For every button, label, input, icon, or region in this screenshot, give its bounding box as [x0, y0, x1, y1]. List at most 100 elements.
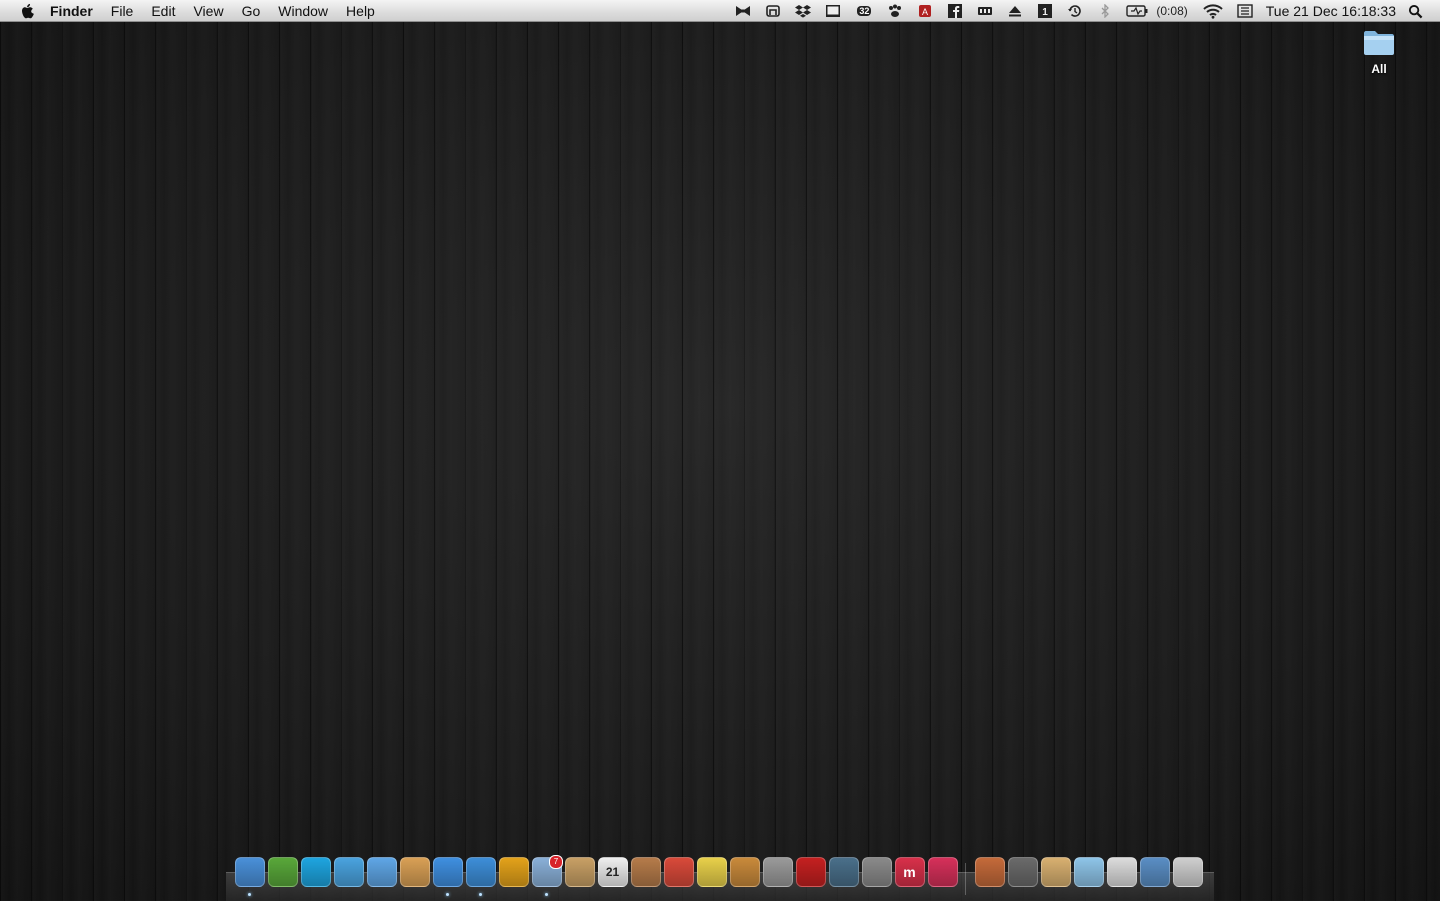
- menu-view[interactable]: View: [184, 0, 232, 22]
- app-menu-finder[interactable]: Finder: [50, 0, 102, 22]
- svg-text:A: A: [922, 7, 928, 17]
- running-indicator: [545, 893, 548, 896]
- dock-item[interactable]: [629, 857, 662, 897]
- istat-temp-icon[interactable]: 32: [854, 4, 874, 19]
- adobe-icon[interactable]: A: [916, 4, 934, 19]
- dock-item[interactable]: [761, 857, 794, 897]
- documents-stack-icon: [1007, 857, 1038, 887]
- menu-bar: Finder File Edit View Go Window Help 32 …: [0, 0, 1440, 22]
- dock-item[interactable]: [332, 857, 365, 897]
- spotlight-search-icon[interactable]: [1406, 2, 1424, 20]
- folder-stack-icon: [1073, 857, 1104, 887]
- ical-icon: 21: [597, 857, 628, 887]
- dock-item[interactable]: [233, 857, 266, 897]
- notification-badge: 7: [549, 855, 563, 869]
- time-machine-icon: [828, 857, 859, 887]
- print-stack-icon: [1139, 857, 1170, 887]
- address-book-icon: [564, 857, 595, 887]
- desktop-icon-label: All: [1371, 62, 1387, 76]
- finder-icon: [234, 857, 265, 887]
- dock-icon-label: 21: [605, 865, 620, 879]
- dock-icon-label: m: [903, 864, 916, 880]
- dock: 7 21 m: [233, 855, 1204, 897]
- messenger-icon: [333, 857, 364, 887]
- imovie-icon: [762, 857, 793, 887]
- dock-item[interactable]: [973, 857, 1006, 897]
- battery-time: (0:08): [1156, 4, 1188, 18]
- system-preferences-icon: [861, 857, 892, 887]
- dock-item[interactable]: [695, 857, 728, 897]
- dock-item[interactable]: 7: [530, 855, 563, 897]
- menu-help[interactable]: Help: [337, 0, 384, 22]
- stickies-icon: [696, 857, 727, 887]
- iphoto-icon: [729, 857, 760, 887]
- battery-icon[interactable]: [1126, 4, 1148, 19]
- wifi-icon[interactable]: [1202, 4, 1224, 19]
- adium-icon: [267, 857, 298, 887]
- skype-icon: [300, 857, 331, 887]
- bowtie-icon[interactable]: [734, 4, 752, 19]
- dock-item[interactable]: [794, 857, 827, 897]
- preview-icon: [399, 857, 430, 887]
- istat-label: 32: [857, 6, 872, 16]
- dock-item[interactable]: [728, 857, 761, 897]
- trash-icon: [1172, 857, 1203, 887]
- dock-item[interactable]: [398, 857, 431, 897]
- menubar-clock[interactable]: Tue 21 Dec 16:18:33: [1266, 3, 1396, 19]
- dock-separator[interactable]: [959, 857, 973, 897]
- status-menus: 32 A 1 (0:08) Tue 21 Dec 16:18:33: [728, 0, 1440, 22]
- dock-item[interactable]: [365, 857, 398, 897]
- dock-item[interactable]: [464, 857, 497, 897]
- desktop-folder-all[interactable]: All: [1350, 28, 1408, 76]
- time-machine-icon[interactable]: [1066, 4, 1084, 19]
- menu-file[interactable]: File: [102, 0, 143, 22]
- photo-booth-icon: [663, 857, 694, 887]
- itunes-icon: [432, 857, 463, 887]
- mail-app-m-icon: m: [894, 857, 925, 887]
- dock-item[interactable]: [299, 857, 332, 897]
- home-icon: [630, 857, 661, 887]
- svg-text:1: 1: [1043, 7, 1049, 18]
- dock-item[interactable]: [497, 857, 530, 897]
- ichat-icon: [366, 857, 397, 887]
- running-indicator: [479, 893, 482, 896]
- menu-window[interactable]: Window: [269, 0, 337, 22]
- text-box-icon[interactable]: 1: [1036, 4, 1054, 19]
- dock-item[interactable]: [1072, 857, 1105, 897]
- chrome-icon: [498, 857, 529, 887]
- dock-item[interactable]: [926, 857, 959, 897]
- memory-icon[interactable]: [976, 4, 994, 19]
- media-player-icon: [927, 857, 958, 887]
- downloads-stack-icon: [1106, 857, 1137, 887]
- dropbox-icon[interactable]: [794, 4, 812, 19]
- dock-item[interactable]: m: [893, 857, 926, 897]
- eject-icon[interactable]: [1006, 4, 1024, 19]
- menu-edit[interactable]: Edit: [142, 0, 184, 22]
- dock-item[interactable]: [1006, 857, 1039, 897]
- menu-go[interactable]: Go: [233, 0, 270, 22]
- dock-item[interactable]: [1105, 857, 1138, 897]
- dock-item[interactable]: [860, 857, 893, 897]
- dock-item[interactable]: [1039, 857, 1072, 897]
- dock-item[interactable]: [1138, 857, 1171, 897]
- dock-item[interactable]: [431, 857, 464, 897]
- dock-item[interactable]: [563, 857, 596, 897]
- safari-icon: [465, 857, 496, 887]
- paw-icon[interactable]: [886, 4, 904, 19]
- applications-stack-icon: [974, 857, 1005, 887]
- apple-menu-icon[interactable]: [20, 2, 36, 20]
- dock-item[interactable]: [266, 857, 299, 897]
- bluetooth-icon[interactable]: [1096, 4, 1114, 19]
- growl-icon[interactable]: [764, 4, 782, 19]
- terminal-icon[interactable]: [824, 4, 842, 19]
- running-indicator: [248, 893, 251, 896]
- photo-book-icon: [795, 857, 826, 887]
- dock-item[interactable]: [827, 857, 860, 897]
- input-menu-icon[interactable]: [1236, 4, 1254, 19]
- facebook-icon[interactable]: [946, 4, 964, 19]
- dock-item[interactable]: [662, 857, 695, 897]
- folder-icon: [1362, 28, 1396, 56]
- dock-item[interactable]: [1171, 857, 1204, 897]
- dock-item[interactable]: 21: [596, 857, 629, 897]
- running-indicator: [446, 893, 449, 896]
